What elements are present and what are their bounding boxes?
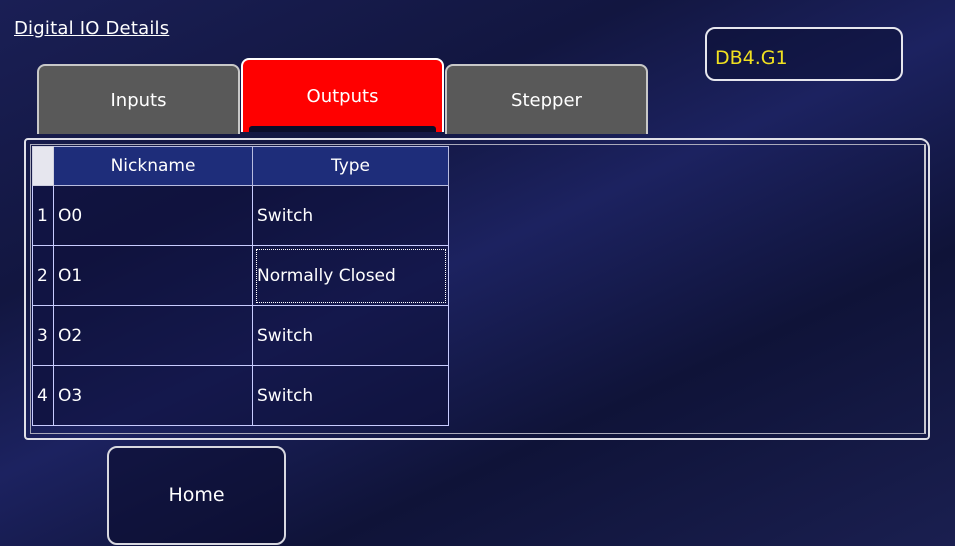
nickname-cell[interactable]: O2	[53, 305, 253, 366]
page-title: Digital IO Details	[14, 18, 170, 39]
nickname-cell[interactable]: O0	[53, 185, 253, 246]
column-header-type[interactable]: Type	[252, 146, 449, 186]
device-id-label: DB4.G1	[715, 47, 788, 69]
tab-inputs[interactable]: Inputs	[37, 64, 240, 134]
row-number[interactable]: 3	[32, 305, 54, 366]
nickname-cell[interactable]: O1	[53, 245, 253, 306]
home-button[interactable]: Home	[107, 446, 286, 545]
outputs-table: Nickname Type 1 O0 Switch 2 O1 Normally …	[32, 146, 449, 426]
table-row[interactable]: 3 O2 Switch	[32, 305, 449, 366]
header-row: Nickname Type	[32, 146, 449, 186]
tab-inputs-label: Inputs	[110, 90, 167, 111]
device-id-box: DB4.G1	[705, 27, 903, 81]
type-cell[interactable]: Switch	[252, 185, 449, 246]
column-header-nickname[interactable]: Nickname	[53, 146, 253, 186]
tab-stepper[interactable]: Stepper	[445, 64, 648, 134]
nickname-cell[interactable]: O3	[53, 365, 253, 426]
select-all-corner[interactable]	[32, 146, 54, 186]
row-number[interactable]: 4	[32, 365, 54, 426]
tab-outputs-label: Outputs	[306, 86, 379, 107]
row-number[interactable]: 2	[32, 245, 54, 306]
tab-stepper-label: Stepper	[511, 90, 582, 111]
table-row[interactable]: 2 O1 Normally Closed	[32, 245, 449, 306]
type-cell-focused[interactable]: Normally Closed	[252, 245, 449, 306]
row-number[interactable]: 1	[32, 185, 54, 246]
table-row[interactable]: 4 O3 Switch	[32, 365, 449, 426]
type-cell[interactable]: Switch	[252, 305, 449, 366]
type-cell[interactable]: Switch	[252, 365, 449, 426]
table-row[interactable]: 1 O0 Switch	[32, 185, 449, 246]
tab-outputs[interactable]: Outputs	[241, 58, 444, 132]
